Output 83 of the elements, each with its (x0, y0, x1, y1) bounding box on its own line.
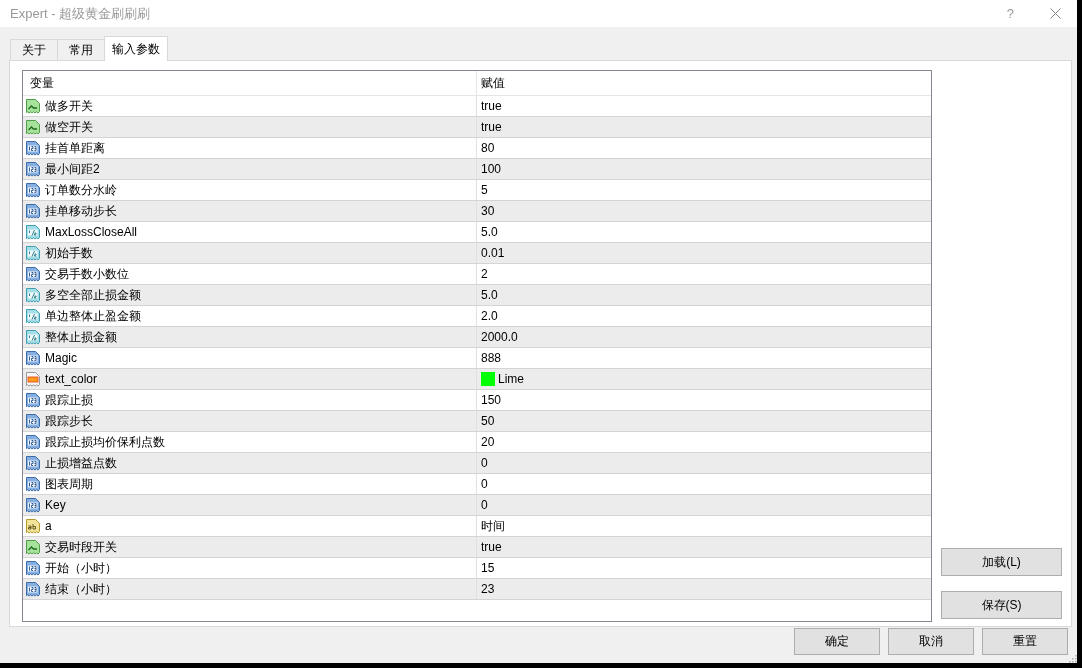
number-param-icon (25, 203, 41, 219)
parameter-value[interactable]: 23 (481, 582, 495, 596)
parameter-name: 挂单移动步长 (45, 202, 117, 220)
parameter-value[interactable]: 0 (481, 498, 488, 512)
fraction-param-icon (25, 287, 41, 303)
dialog-button[interactable]: 确定 (794, 628, 880, 655)
number-param-icon (25, 350, 41, 366)
parameter-name: 跟踪止损均价保利点数 (45, 433, 165, 451)
parameter-value[interactable]: 时间 (481, 517, 505, 535)
parameter-name: Key (45, 498, 66, 512)
parameter-value[interactable]: 5.0 (481, 225, 498, 239)
parameter-name: 跟踪步长 (45, 412, 93, 430)
parameter-name: 做空开关 (45, 118, 93, 136)
dialog-button[interactable]: 取消 (888, 628, 974, 655)
parameter-name: 图表周期 (45, 475, 93, 493)
close-icon[interactable] (1050, 8, 1061, 19)
parameter-value[interactable]: 5 (481, 183, 488, 197)
tab[interactable]: 关于 (10, 39, 58, 60)
parameter-value[interactable]: 2000.0 (481, 330, 518, 344)
parameter-name: 止损增益点数 (45, 454, 117, 472)
fraction-param-icon (25, 308, 41, 324)
parameter-value[interactable]: true (481, 540, 502, 554)
number-param-icon (25, 560, 41, 576)
fraction-param-icon (25, 245, 41, 261)
parameter-value[interactable]: 0.01 (481, 246, 505, 260)
tab[interactable]: 输入参数 (104, 36, 168, 61)
number-param-icon (25, 182, 41, 198)
column-header: 变量 (29, 74, 55, 92)
number-param-icon (25, 392, 41, 408)
resize-grip-icon[interactable] (1068, 654, 1077, 663)
parameter-name: a (45, 519, 52, 533)
parameter-name: 交易手数小数位 (45, 265, 129, 283)
parameter-name: 做多开关 (45, 97, 93, 115)
number-param-icon (25, 140, 41, 156)
side-button[interactable]: 加载(L) (941, 548, 1062, 576)
parameter-value[interactable]: true (481, 120, 502, 134)
parameter-name: 挂首单距离 (45, 139, 105, 157)
parameter-value[interactable]: 5.0 (481, 288, 498, 302)
number-param-icon (25, 497, 41, 513)
text-param-icon (25, 518, 41, 534)
parameter-value[interactable]: 15 (481, 561, 495, 575)
parameter-name: Magic (45, 351, 77, 365)
number-param-icon (25, 413, 41, 429)
parameter-value[interactable]: 0 (481, 456, 488, 470)
side-button[interactable]: 保存(S) (941, 591, 1062, 619)
number-param-icon (25, 266, 41, 282)
parameter-value[interactable]: 80 (481, 141, 495, 155)
parameter-value[interactable]: 50 (481, 414, 495, 428)
number-param-icon (25, 455, 41, 471)
parameter-name: 整体止损金额 (45, 328, 117, 346)
parameter-value[interactable]: 2 (481, 267, 488, 281)
parameter-value[interactable]: 150 (481, 393, 502, 407)
parameter-value[interactable]: true (481, 99, 502, 113)
switch-param-icon (25, 539, 41, 555)
parameter-name: 初始手数 (45, 244, 93, 262)
parameter-name: 开始（小时） (45, 559, 117, 577)
parameter-name: 订单数分水岭 (45, 181, 117, 199)
number-param-icon (25, 161, 41, 177)
parameter-value[interactable]: 888 (481, 351, 502, 365)
parameter-name: 跟踪止损 (45, 391, 93, 409)
number-param-icon (25, 476, 41, 492)
window-title: Expert - 超级黄金刷刷刷 (9, 4, 152, 23)
fraction-param-icon (25, 224, 41, 240)
number-param-icon (25, 581, 41, 597)
parameter-value[interactable]: 30 (481, 204, 495, 218)
parameter-name: 最小间距2 (45, 160, 100, 178)
parameter-name: 多空全部止损金额 (45, 286, 141, 304)
column-header: 赋值 (476, 71, 931, 95)
parameter-value[interactable]: 20 (481, 435, 495, 449)
number-param-icon (25, 434, 41, 450)
parameter-name: MaxLossCloseAll (45, 225, 138, 239)
switch-param-icon (25, 98, 41, 114)
fraction-param-icon (25, 329, 41, 345)
parameter-name: 结束（小时） (45, 580, 117, 598)
parameter-name: text_color (45, 372, 98, 386)
switch-param-icon (25, 119, 41, 135)
parameter-name: 交易时段开关 (45, 538, 117, 556)
parameter-value[interactable]: 0 (481, 477, 488, 491)
parameter-value[interactable]: 100 (481, 162, 502, 176)
parameter-value[interactable]: 2.0 (481, 309, 498, 323)
parameter-name: 单边整体止盈金额 (45, 307, 141, 325)
parameter-value[interactable]: Lime (498, 372, 524, 386)
dialog-button[interactable]: 重置 (982, 628, 1068, 655)
